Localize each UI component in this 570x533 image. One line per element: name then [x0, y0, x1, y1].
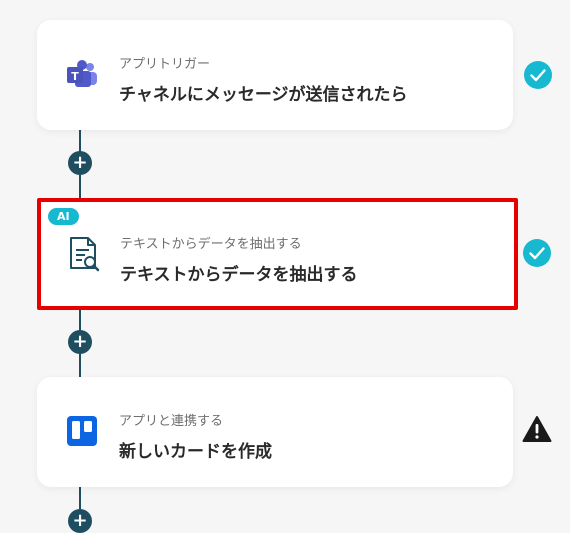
check-circle-icon	[522, 238, 552, 268]
add-step-button[interactable]: +	[68, 151, 92, 175]
document-search-icon	[67, 236, 101, 272]
microsoft-teams-icon: T	[65, 58, 99, 92]
flow-step-card-trello[interactable]: アプリと連携する 新しいカードを作成	[37, 377, 513, 487]
step-title: 新しいカードを作成	[119, 442, 272, 462]
warning-icon	[522, 415, 552, 445]
ai-badge: AI	[48, 208, 79, 225]
flow-step-card-trigger[interactable]: T アプリトリガー チャネルにメッセージが送信されたら	[37, 20, 513, 130]
svg-text:T: T	[71, 70, 79, 83]
step-type-label: アプリトリガー	[119, 57, 211, 72]
add-step-button[interactable]: +	[68, 509, 92, 533]
trello-icon	[66, 415, 98, 447]
step-type-label: アプリと連携する	[119, 414, 224, 429]
add-step-button[interactable]: +	[68, 330, 92, 354]
flow-step-card-ai-extract[interactable]: AI テキストからデータを抽出する テキストからデータを抽出する	[37, 198, 518, 310]
check-circle-icon	[523, 60, 553, 90]
step-title: チャネルにメッセージが送信されたら	[119, 85, 408, 105]
step-type-label: テキストからデータを抽出する	[120, 237, 302, 252]
step-title: テキストからデータを抽出する	[120, 265, 358, 285]
